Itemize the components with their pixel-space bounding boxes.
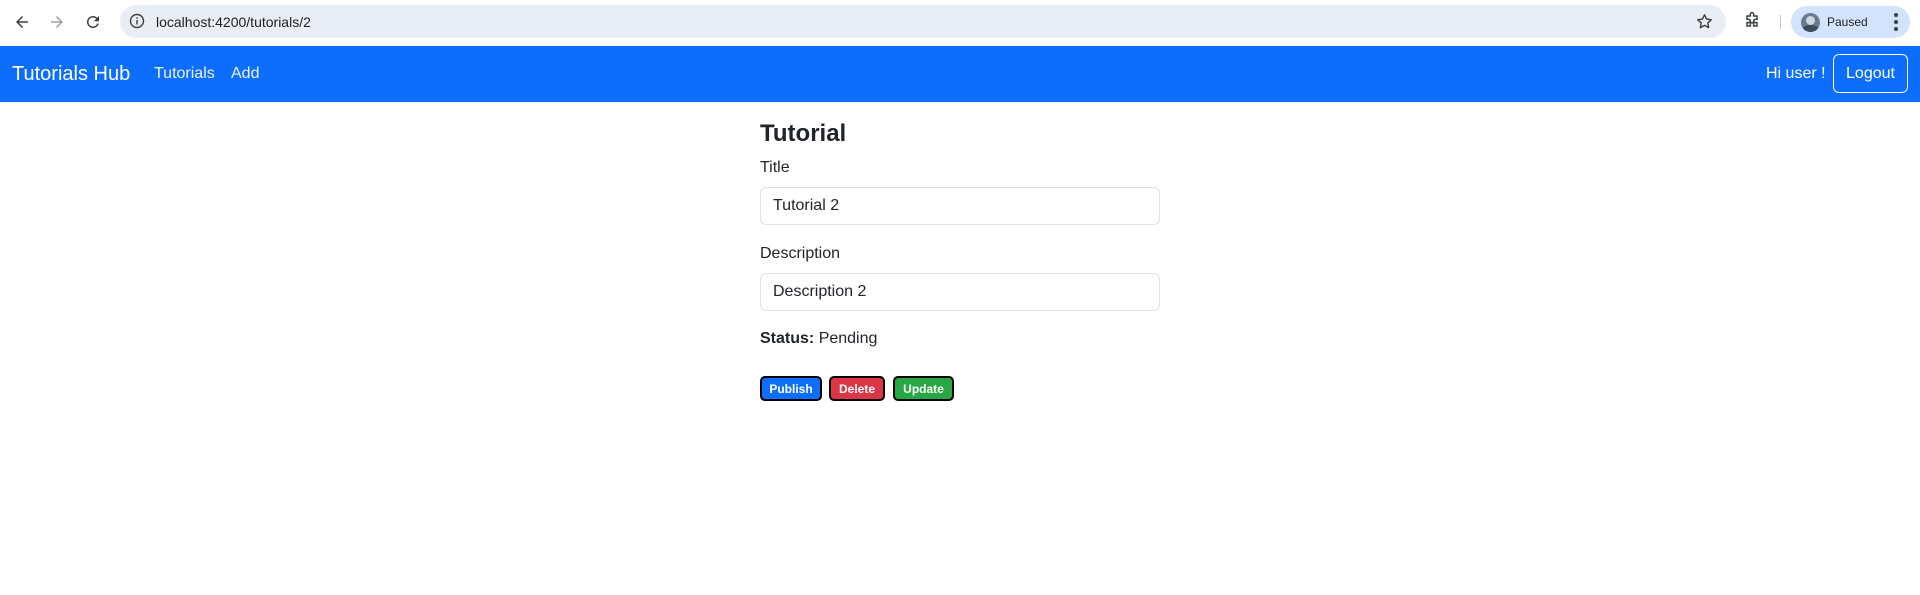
logout-button[interactable]: Logout — [1833, 54, 1908, 93]
status-key: Status: — [760, 330, 815, 347]
profile-status-label: Paused — [1827, 15, 1868, 29]
description-label: Description — [760, 245, 841, 262]
nav-link-add[interactable]: Add — [231, 65, 259, 83]
title-input[interactable]: Tutorial 2 — [760, 187, 1160, 225]
extensions-puzzle-icon[interactable] — [1742, 11, 1762, 31]
delete-button[interactable]: Delete — [829, 376, 885, 401]
update-button[interactable]: Update — [893, 376, 954, 401]
app-navbar: Tutorials Hub Tutorials Add Hi user ! Lo… — [0, 46, 1920, 102]
avatar — [1801, 13, 1820, 32]
reload-icon — [86, 15, 99, 28]
reload-button[interactable] — [80, 9, 106, 35]
brand-link[interactable]: Tutorials Hub — [12, 63, 130, 86]
info-icon[interactable] — [129, 13, 145, 29]
address-bar[interactable]: localhost:4200/tutorials/2 — [120, 5, 1726, 38]
nav-link-tutorials[interactable]: Tutorials — [154, 65, 215, 83]
title-label: Title — [760, 159, 790, 176]
arrow-right-icon — [51, 16, 63, 28]
page-title: Tutorial — [760, 120, 847, 147]
browser-toolbar: localhost:4200/tutorials/2 Paused — [0, 0, 1920, 46]
user-greeting: Hi user ! — [1766, 65, 1826, 82]
status-value: Pending — [818, 330, 878, 347]
toolbar-divider — [1780, 15, 1781, 29]
arrow-left-icon — [16, 16, 28, 28]
kebab-menu-icon[interactable] — [1893, 12, 1899, 32]
bookmark-star-icon[interactable] — [1695, 12, 1714, 31]
status-line: Status: Pending — [760, 330, 877, 348]
forward-button[interactable] — [44, 9, 70, 35]
description-input[interactable]: Description 2 — [760, 273, 1160, 311]
url-text: localhost:4200/tutorials/2 — [156, 14, 311, 30]
back-button[interactable] — [9, 9, 35, 35]
publish-button[interactable]: Publish — [760, 376, 822, 401]
